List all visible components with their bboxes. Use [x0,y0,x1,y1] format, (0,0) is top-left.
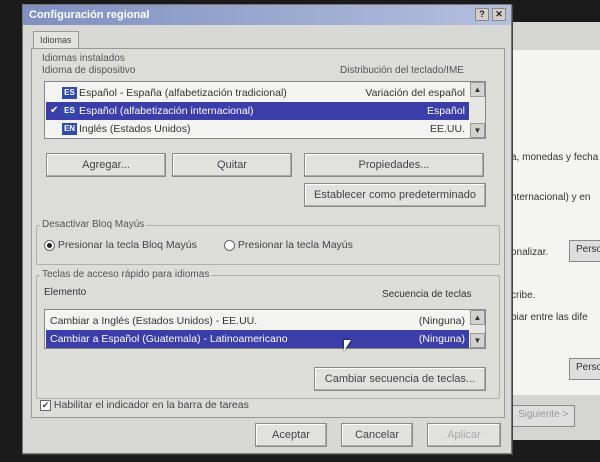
table-row[interactable]: Cambiar a Inglés (Estados Unidos) - EE.U… [46,312,469,330]
bg-text-currency: a, monedas y fecha [511,152,599,163]
language-name: Español - España (alfabetización tradici… [79,87,287,99]
capslock-option[interactable]: Presionar la tecla Bloq Mayús [44,239,197,251]
hotkey-sequence: (Ninguna) [418,333,465,345]
layout-name: Español [427,105,465,117]
list-item[interactable]: EN Inglés (Estados Unidos) EE.UU. [46,120,469,138]
capslock-option-label: Presionar la tecla Bloq Mayús [57,239,197,251]
col-device-language: Idioma de dispositivo [42,65,136,76]
list-item[interactable]: ES Español - España (alfabetización tradi… [46,84,469,102]
default-check-icon: ✔ [50,105,59,117]
checkbox-checked-icon: ✔ [40,399,51,411]
languages-panel: Idiomas instalados Idioma de dispositivo… [31,48,505,418]
hotkey-item: Cambiar a Inglés (Estados Unidos) - EE.U… [50,315,258,327]
title-bar: Configuración regional ? ✕ [23,5,511,25]
bg-text-switch: biar entre las dife [511,312,588,323]
list-scrollbar[interactable]: ▲ ▼ [470,82,485,138]
taskbar-indicator-label: Habilitar el indicador en la barra de ta… [53,399,249,411]
col-sequence: Secuencia de teclas [382,289,472,300]
radio-selected-icon [44,239,55,251]
apply-button[interactable]: Aplicar [427,423,501,447]
hotkey-sequence: (Ninguna) [418,315,465,327]
layout-name: Variación del español [365,87,465,99]
scroll-up-icon[interactable]: ▲ [470,310,485,325]
flag-icon: EN [62,123,77,136]
col-item: Elemento [44,287,87,298]
scroll-up-icon[interactable]: ▲ [470,82,485,97]
bg-customize-button[interactable]: Perso [569,240,600,262]
hotkeys-group-label: Teclas de acceso rápido para idiomas [40,269,212,280]
cancel-button[interactable]: Cancelar [341,423,413,447]
bg-text-customize: onalizar. [511,247,549,258]
help-icon[interactable]: ? [475,8,489,21]
taskbar-indicator-option[interactable]: ✔ Habilitar el indicador en la barra de … [40,399,249,411]
change-sequence-button[interactable]: Cambiar secuencia de teclas... [314,367,486,391]
set-default-button[interactable]: Establecer como predeterminado [304,183,486,207]
installed-group-label: Idiomas instalados [42,53,125,64]
add-button[interactable]: Agregar... [46,153,166,177]
radio-icon [224,239,235,251]
dialog-footer: Aceptar Cancelar Aplicar [23,417,511,453]
properties-button[interactable]: Propiedades... [304,153,484,177]
ok-button[interactable]: Aceptar [255,423,327,447]
capslock-group-label: Desactivar Bloq Mayús [40,219,147,230]
hotkey-item: Cambiar a Español (Guatemala) - Latinoam… [50,333,288,345]
language-name: Inglés (Estados Unidos) [79,123,191,135]
layout-name: EE.UU. [429,123,465,135]
scroll-down-icon[interactable]: ▼ [470,333,485,348]
bg-next-button[interactable]: Siguiente > [511,405,576,427]
language-name: Español (alfabetización internacional) [79,105,254,117]
mouse-cursor-icon [344,340,351,351]
shift-option[interactable]: Presionar la tecla Mayús [224,239,353,251]
table-row-selected[interactable]: Cambiar a Español (Guatemala) - Latinoam… [46,330,469,348]
col-keyboard-layout: Distribución del teclado/IME [340,65,464,76]
shift-option-label: Presionar la tecla Mayús [237,239,353,251]
scroll-down-icon[interactable]: ▼ [470,123,485,138]
close-icon[interactable]: ✕ [492,8,506,21]
remove-button[interactable]: Quitar [172,153,292,177]
regional-settings-dialog: Configuración regional ? ✕ Idiomas Idiom… [22,4,512,454]
tab-languages[interactable]: Idiomas [33,31,79,49]
flag-icon: ES [62,87,77,100]
bg-customize-button-2[interactable]: Perso [569,358,600,380]
installed-languages-list[interactable]: ES Español - España (alfabetización tradi… [44,81,486,139]
flag-icon: ES [62,105,77,118]
hotkeys-list[interactable]: Cambiar a Inglés (Estados Unidos) - EE.U… [44,309,486,349]
bg-text-international: nternacional) y en [511,192,591,203]
window-title: Configuración regional [29,9,150,21]
hotkeys-scrollbar[interactable]: ▲ ▼ [470,310,485,348]
bg-text-describe: cribe. [511,290,536,301]
list-item-selected[interactable]: ✔ ES Español (alfabetización internacional… [46,102,469,120]
